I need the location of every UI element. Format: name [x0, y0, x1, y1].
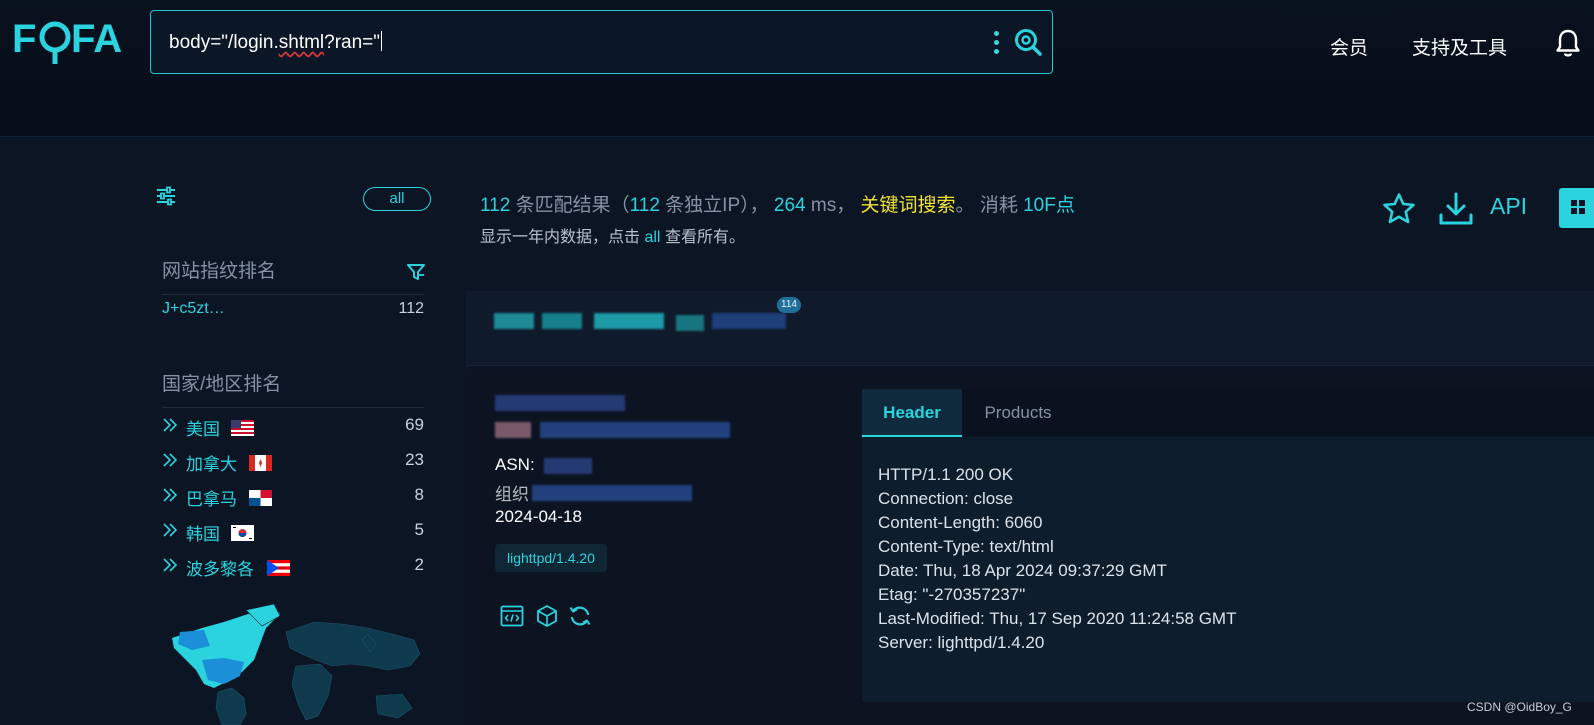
result-summary: 112 条匹配结果（112 条独立IP）， 264 ms， 关键词搜索。 消耗 …: [480, 195, 1075, 216]
server-tag[interactable]: lighttpd/1.4.20: [495, 544, 607, 572]
result-site-header[interactable]: 114: [466, 291, 1594, 366]
double-chevron-right-icon: [163, 453, 178, 467]
data-range-note: 显示一年内数据，点击 all 查看所有。: [480, 229, 745, 246]
country-name[interactable]: 韩国: [186, 520, 220, 545]
show-all-link[interactable]: all: [644, 229, 660, 246]
redacted-text: [676, 315, 704, 331]
country-count: 8: [414, 485, 424, 504]
points-cost: 10F点: [1023, 195, 1075, 216]
country-count: 2: [414, 555, 424, 574]
double-chevron-right-icon: [163, 523, 178, 537]
fofa-logo[interactable]: F FA: [12, 14, 134, 66]
country-name[interactable]: 波多黎各: [186, 555, 254, 580]
fingerprint-item[interactable]: J+c5zt… 112: [162, 300, 424, 318]
filter-funnel-icon[interactable]: [407, 263, 425, 281]
double-chevron-right-icon: [163, 418, 178, 432]
double-chevron-right-icon: [163, 488, 178, 502]
country-name[interactable]: 加拿大: [186, 450, 237, 475]
search-icon[interactable]: [1013, 27, 1043, 57]
redacted-text: [495, 422, 531, 438]
svg-text:F: F: [12, 17, 36, 61]
country-item-us[interactable]: 美国 69: [162, 415, 424, 439]
country-count: 69: [405, 415, 424, 434]
redacted-organization: [532, 485, 692, 501]
search-input[interactable]: body="/login.shtml?ran=": [169, 31, 383, 54]
nav-member-link[interactable]: 会员: [1330, 33, 1368, 60]
http-header-line: Date: Thu, 18 Apr 2024 09:37:29 GMT: [878, 561, 1167, 580]
download-icon[interactable]: [1438, 191, 1474, 227]
more-options-icon[interactable]: [989, 29, 1003, 57]
api-button[interactable]: API: [1490, 193, 1527, 220]
country-item-puerto-rico[interactable]: 波多黎各 2: [162, 555, 424, 579]
world-map[interactable]: [162, 604, 424, 725]
svg-text:FA: FA: [71, 17, 122, 61]
country-count: 5: [414, 520, 424, 539]
canada-flag-icon: [249, 455, 272, 471]
http-header-line: Last-Modified: Thu, 17 Sep 2020 11:24:58…: [878, 609, 1237, 628]
redacted-text: [712, 313, 786, 329]
query-time: 264: [773, 195, 806, 216]
nav-support-tools-link[interactable]: 支持及工具: [1412, 33, 1507, 60]
all-data-toggle[interactable]: all: [363, 187, 431, 211]
country-name[interactable]: 美国: [186, 415, 220, 440]
country-ranking-title: 国家/地区排名: [162, 374, 282, 395]
south-korea-flag-icon: [231, 525, 254, 541]
puerto-rico-flag-icon: [267, 560, 290, 576]
result-date: 2024-04-18: [495, 507, 582, 526]
double-chevron-right-icon: [163, 558, 178, 572]
divider: [162, 294, 424, 295]
http-header-line: Content-Length: 6060: [878, 513, 1043, 532]
redacted-link: [540, 422, 730, 438]
asn-label: ASN:: [495, 455, 535, 474]
redacted-text: [542, 313, 582, 329]
http-header-panel: HTTP/1.1 200 OK Connection: close Conten…: [862, 437, 1594, 702]
fingerprint-count: 112: [398, 300, 424, 317]
tab-products[interactable]: Products: [962, 389, 1074, 437]
keyword-search-link[interactable]: 关键词搜索: [861, 195, 956, 216]
country-name[interactable]: 巴拿马: [186, 485, 237, 510]
country-item-korea[interactable]: 韩国 5: [162, 520, 424, 544]
refresh-icon[interactable]: [568, 604, 592, 628]
country-item-canada[interactable]: 加拿大 23: [162, 450, 424, 474]
detail-tabs: Header Products: [862, 389, 1594, 437]
result-count: 112: [480, 195, 511, 216]
redacted-text: [594, 313, 664, 329]
filter-settings-icon[interactable]: [156, 186, 176, 206]
country-item-panama[interactable]: 巴拿马 8: [162, 485, 424, 509]
redacted-asn: [544, 458, 592, 474]
http-header-line: Content-Type: text/html: [878, 537, 1054, 556]
http-header-line: HTTP/1.1 200 OK: [878, 465, 1014, 484]
fingerprint-name[interactable]: J+c5zt…: [162, 300, 225, 317]
cube-icon[interactable]: [535, 604, 559, 628]
country-count: 23: [405, 450, 424, 469]
http-header-line: Connection: close: [878, 489, 1014, 508]
organization-label: 组织: [495, 485, 529, 504]
grid-view-icon[interactable]: [1559, 188, 1594, 228]
count-badge: 114: [777, 297, 801, 313]
notification-bell-icon[interactable]: [1555, 28, 1581, 58]
panama-flag-icon: [249, 490, 272, 506]
redacted-ip: [495, 395, 625, 411]
tab-header[interactable]: Header: [862, 389, 962, 437]
star-icon[interactable]: [1382, 192, 1416, 226]
http-header-line: Etag: "-270357237": [878, 585, 1026, 604]
search-box[interactable]: body="/login.shtml?ran=": [150, 10, 1053, 74]
http-header-line: Server: lighttpd/1.4.20: [878, 633, 1045, 652]
redacted-text: [494, 313, 534, 329]
us-flag-icon: [231, 420, 254, 436]
watermark: CSDN @OidBoy_G: [1467, 700, 1572, 714]
top-navigation-bar: F FA body="/login.shtml?ran=" 会员 支持及工具: [0, 0, 1594, 137]
unique-ip-count: 112: [629, 195, 660, 216]
divider: [162, 407, 424, 408]
fingerprint-ranking-title: 网站指纹排名: [162, 261, 277, 282]
code-icon[interactable]: [500, 604, 524, 628]
